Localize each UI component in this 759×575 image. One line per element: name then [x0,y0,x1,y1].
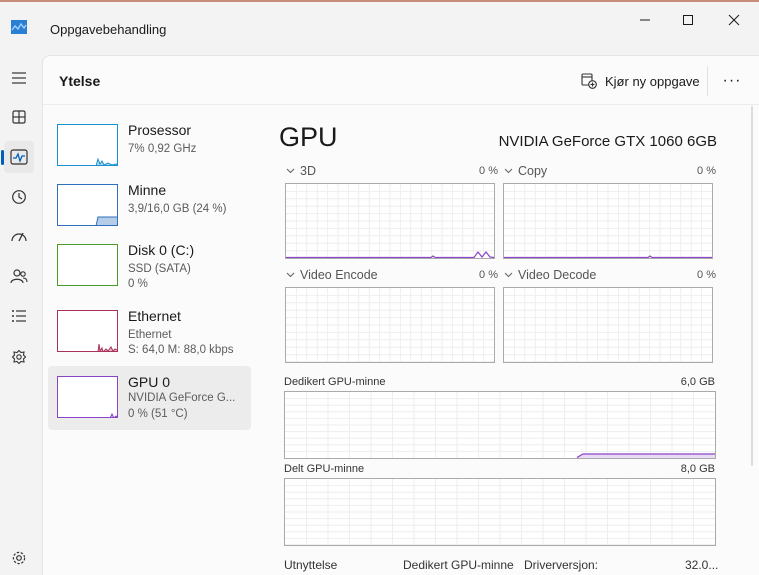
engine-label: Video Encode [300,268,378,282]
device-ethernet[interactable]: Ethernet Ethernet S: 64,0 M: 88,0 kbps [48,300,251,364]
dedicated-memory-max: 6,0 GB [680,376,715,388]
header-separator [707,66,708,96]
startup-apps-icon [11,232,27,242]
engine-copy-graph [503,183,713,259]
engine-video-decode-graph [503,287,713,363]
device-memory[interactable]: Minne 3,9/16,0 GB (24 %) [48,174,251,238]
memory-thumbnail-graph [57,184,118,226]
chevron-down-icon [504,272,513,278]
device-name: Minne [128,182,167,198]
nav-performance[interactable] [1,141,34,173]
device-name: Prosessor [128,122,192,138]
dedicated-memory-stat-label: Dedikert GPU-minne [403,558,514,572]
settings-icon [12,551,26,565]
nav-startup-apps[interactable] [4,220,34,252]
device-cpu[interactable]: Prosessor 7% 0,92 GHz [48,114,251,178]
details-icon [12,310,26,322]
device-usage: 0 % [128,278,148,290]
navigation-rail [0,52,42,575]
task-manager-app-icon [11,20,27,34]
close-icon [728,14,740,26]
device-detail: 3,9/16,0 GB (24 %) [128,203,227,215]
users-icon [10,269,28,284]
chevron-down-icon [504,168,513,174]
processes-icon [12,110,26,124]
engine-label: Copy [518,164,548,178]
device-name: Ethernet [128,308,181,324]
engine-percent: 0 % [697,269,716,281]
driver-version-label: Driverversjon: [524,558,599,572]
device-gpu[interactable]: GPU 0 NVIDIA GeForce G... 0 % (51 °C) [48,366,251,430]
run-new-task-button[interactable]: Kjør ny oppgave [581,70,700,92]
cpu-thumbnail-graph [57,124,118,166]
ethernet-thumbnail-graph [57,310,118,352]
shared-memory-label: Delt GPU-minne [284,463,365,475]
nav-app-history[interactable] [4,181,34,213]
performance-icon [10,149,28,165]
engine-percent: 0 % [479,165,498,177]
device-usage: S: 64,0 M: 88,0 kbps [128,344,234,356]
close-button[interactable] [711,6,757,34]
engine-label: 3D [300,164,316,178]
device-disk[interactable]: Disk 0 (C:) SSD (SATA) 0 % [48,234,251,298]
device-detail: 7% 0,92 GHz [128,143,197,155]
utilization-label: Utnyttelse [284,558,338,572]
device-detail: NVIDIA GeForce G... [128,392,236,404]
header-divider [43,104,759,105]
title-bar: Oppgavebehandling [0,2,759,52]
maximize-icon [683,15,693,25]
app-history-icon [12,190,26,204]
engine-video-encode-graph [285,287,495,363]
nav-details[interactable] [4,300,34,332]
engine-copy-selector[interactable]: Copy [504,164,547,178]
nav-menu-button[interactable] [4,62,34,94]
page-title: Ytelse [59,73,101,89]
minimize-icon [640,19,650,21]
engine-label: Video Decode [518,268,597,282]
gpu-heading: GPU [279,122,338,152]
nav-processes[interactable] [4,101,34,133]
shared-memory-max: 8,0 GB [680,463,715,475]
run-task-icon [581,73,597,89]
engine-percent: 0 % [697,165,716,177]
engine-3d-graph [285,183,495,259]
device-detail: Ethernet [128,329,172,341]
engine-video-encode-selector[interactable]: Video Encode [286,268,378,282]
chevron-down-icon [286,168,295,174]
chevron-down-icon [286,272,295,278]
device-name: Disk 0 (C:) [128,242,195,258]
minimize-button[interactable] [622,6,668,34]
device-name: GPU 0 [128,374,171,390]
engine-3d-selector[interactable]: 3D [286,164,316,178]
menu-icon [12,72,26,84]
run-task-label: Kjør ny oppgave [605,73,700,89]
maximize-button[interactable] [665,6,711,34]
shared-memory-graph [284,478,716,546]
nav-services[interactable] [4,341,34,373]
device-detail: SSD (SATA) [128,263,191,275]
performance-panel: Ytelse Kjør ny oppgave ··· Prosessor 7% … [42,55,759,575]
nav-users[interactable] [4,260,34,292]
disk-thumbnail-graph [57,244,118,286]
scrollbar[interactable] [751,106,753,466]
nav-settings[interactable] [4,542,34,574]
dedicated-memory-graph [284,391,716,459]
driver-version-value: 32.0... [685,558,719,572]
engine-video-decode-selector[interactable]: Video Decode [504,268,596,282]
device-usage: 0 % (51 °C) [128,408,188,420]
gpu-thumbnail-graph [57,376,118,418]
engine-percent: 0 % [479,269,498,281]
window-title: Oppgavebehandling [50,22,167,37]
more-options-button[interactable]: ··· [720,70,744,92]
gpu-model-name: NVIDIA GeForce GTX 1060 6GB [498,133,717,150]
services-icon [11,349,27,365]
dedicated-memory-label: Dedikert GPU-minne [284,376,386,388]
more-options-icon: ··· [722,72,742,89]
